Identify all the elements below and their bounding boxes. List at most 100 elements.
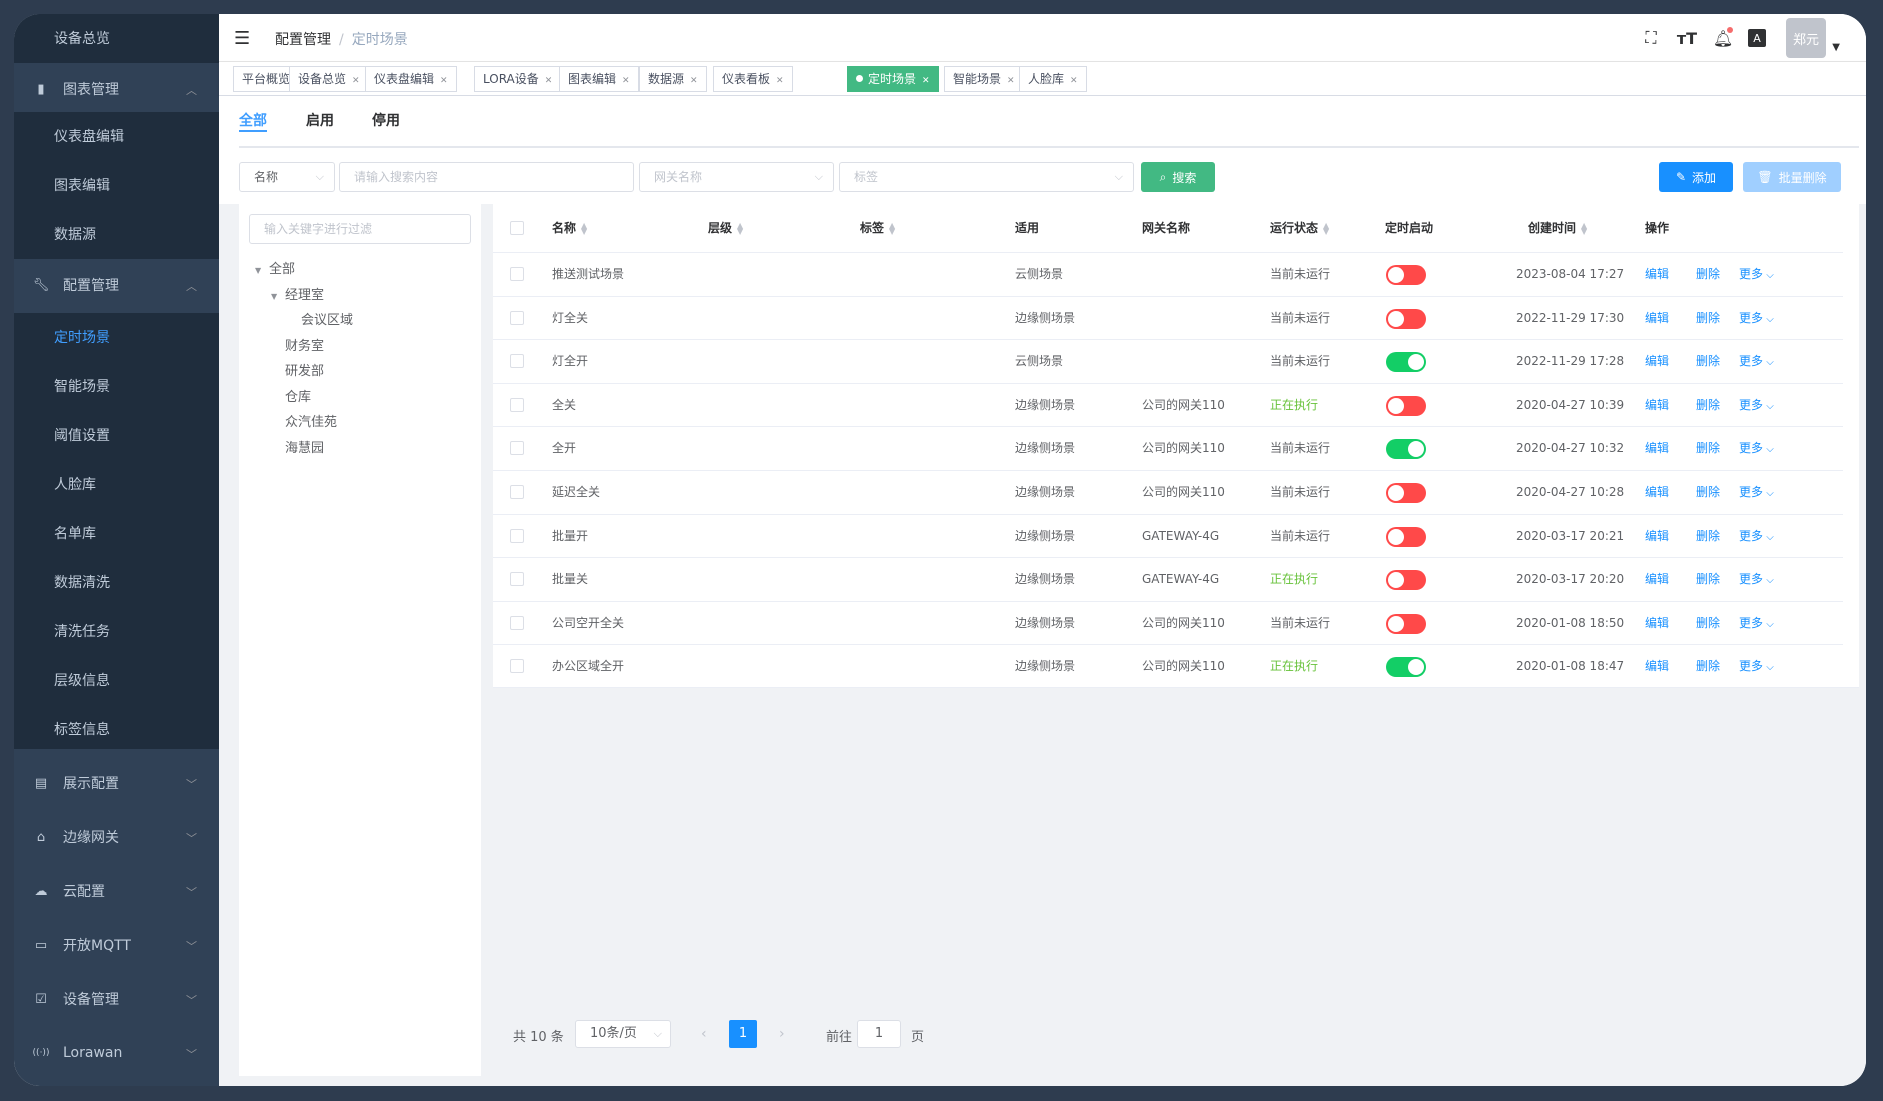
table-row[interactable]: 批量开 边缘侧场景 GATEWAY-4G 当前未运行 2020-03-17 20:21 编…	[493, 513, 1843, 558]
current-page-button[interactable]: 1	[729, 1020, 757, 1048]
tag-7[interactable]: 定时场景 ✕	[847, 66, 939, 92]
delete-link[interactable]: 删除	[1696, 602, 1720, 645]
sort-icon[interactable]: ▲ ▼	[1581, 221, 1587, 235]
tag-5[interactable]: 数据源 ✕	[639, 66, 707, 92]
timer-toggle[interactable]	[1386, 483, 1426, 503]
tree-node[interactable]: 财务室	[271, 335, 324, 354]
delete-link[interactable]: 删除	[1696, 645, 1720, 688]
edit-link[interactable]: 编辑	[1645, 471, 1669, 514]
delete-link[interactable]: 删除	[1696, 427, 1720, 470]
delete-link[interactable]: 删除	[1696, 558, 1720, 601]
sidebar-item-8[interactable]: 阈值设置	[14, 411, 219, 459]
sidebar-item-6[interactable]: 定时场景	[14, 313, 219, 361]
timer-toggle[interactable]	[1386, 395, 1426, 416]
tree-node[interactable]: 仓库	[271, 386, 311, 405]
table-row[interactable]: 全关 边缘侧场景 公司的网关110 正在执行 2020-04-27 10:39 编辑 删除更…	[493, 382, 1843, 427]
gateway-select[interactable]: 网关名称 ⌵	[639, 162, 834, 192]
sidebar-item-12[interactable]: 清洗任务	[14, 607, 219, 655]
caret-down-icon[interactable]: ▼	[255, 266, 263, 275]
edit-link[interactable]: 编辑	[1645, 384, 1669, 427]
more-dropdown[interactable]: 更多 ⌵	[1739, 558, 1774, 601]
tree-node[interactable]: ▼ 经理室	[271, 284, 324, 303]
column-header-status[interactable]: 运行状态 ▲ ▼	[1270, 204, 1329, 252]
sidebar-item-11[interactable]: 数据清洗	[14, 558, 219, 606]
timer-toggle[interactable]	[1386, 657, 1426, 678]
caret-down-icon[interactable]: ▼	[1832, 42, 1840, 53]
tree-node[interactable]: 会议区域	[287, 309, 353, 328]
table-row[interactable]: 全开 边缘侧场景 公司的网关110 当前未运行 2020-04-27 10:32 编辑 删除…	[493, 426, 1843, 470]
tag-3[interactable]: LORA设备 ✕	[474, 66, 562, 92]
edit-link[interactable]: 编辑	[1645, 297, 1669, 340]
tag-select[interactable]: 标签 ⌵	[839, 162, 1134, 192]
sort-icon[interactable]: ▲ ▼	[1323, 221, 1329, 235]
more-dropdown[interactable]: 更多 ⌵	[1739, 384, 1774, 427]
tag-1[interactable]: 设备总览 ✕	[289, 66, 369, 92]
row-checkbox[interactable]	[510, 485, 524, 499]
delete-link[interactable]: 删除	[1696, 340, 1720, 383]
sidebar-item-19[interactable]: ☑ 设备管理 ﹀	[14, 975, 219, 1023]
sidebar-item-1[interactable]: ▮ 图表管理 ︿	[14, 65, 219, 113]
close-icon[interactable]: ✕	[776, 76, 784, 86]
next-page-icon[interactable]: ›	[779, 1026, 785, 1042]
font-size-icon[interactable]: тT	[1676, 27, 1698, 49]
table-row[interactable]: 延迟全关 边缘侧场景 公司的网关110 当前未运行 2020-04-27 10:28 编辑…	[493, 470, 1843, 514]
page-size-select[interactable]: 10条/页 ⌵	[575, 1020, 671, 1048]
tree-node[interactable]: ▼ 全部	[255, 258, 295, 277]
more-dropdown[interactable]: 更多 ⌵	[1739, 253, 1774, 296]
caret-down-icon[interactable]: ▼	[271, 292, 279, 301]
tag-4[interactable]: 图表编辑 ✕	[559, 66, 639, 92]
sidebar-item-9[interactable]: 人脸库	[14, 460, 219, 508]
timer-toggle[interactable]	[1386, 526, 1426, 547]
tag-6[interactable]: 仪表看板 ✕	[713, 66, 793, 92]
column-header-created[interactable]: 创建时间 ▲ ▼	[1528, 204, 1587, 252]
search-button[interactable]: ⌕ 搜索	[1141, 162, 1215, 192]
sidebar-item-16[interactable]: ⌂ 边缘网关 ﹀	[14, 813, 219, 861]
delete-link[interactable]: 删除	[1696, 253, 1720, 296]
sidebar-item-7[interactable]: 智能场景	[14, 362, 219, 410]
sort-icon[interactable]: ▲ ▼	[581, 221, 587, 235]
sidebar-item-15[interactable]: ▤ 展示配置 ﹀	[14, 759, 219, 807]
table-row[interactable]: 灯全开 云侧场景 当前未运行 2022-11-29 17:28 编辑 删除 更多 ⌵	[493, 339, 1843, 383]
close-icon[interactable]: ✕	[440, 76, 448, 86]
sidebar-item-20[interactable]: ((·)) Lorawan ﹀	[14, 1029, 219, 1077]
prev-page-icon[interactable]: ‹	[701, 1026, 707, 1042]
row-checkbox[interactable]	[510, 310, 524, 325]
fullscreen-icon[interactable]: ⛶	[1640, 27, 1662, 49]
more-dropdown[interactable]: 更多 ⌵	[1739, 645, 1774, 688]
edit-link[interactable]: 编辑	[1645, 253, 1669, 296]
more-dropdown[interactable]: 更多 ⌵	[1739, 297, 1774, 340]
edit-link[interactable]: 编辑	[1645, 645, 1669, 688]
sidebar-item-18[interactable]: ▭ 开放MQTT ﹀	[14, 921, 219, 969]
timer-toggle[interactable]	[1386, 439, 1426, 460]
row-checkbox[interactable]	[510, 572, 524, 587]
delete-link[interactable]: 删除	[1696, 515, 1720, 558]
timer-toggle[interactable]	[1386, 265, 1426, 285]
sort-icon[interactable]: ▲ ▼	[889, 221, 895, 235]
timer-toggle[interactable]	[1386, 308, 1426, 329]
row-checkbox[interactable]	[510, 615, 524, 630]
sidebar-item-14[interactable]: 标签信息	[14, 705, 219, 753]
close-icon[interactable]: ✕	[1070, 76, 1078, 86]
tab-enabled[interactable]: 启用	[306, 110, 334, 130]
sort-icon[interactable]: ▲ ▼	[737, 221, 743, 235]
table-row[interactable]: 办公区域全开 边缘侧场景 公司的网关110 正在执行 2020-01-08 18:47 编…	[493, 644, 1843, 688]
table-row[interactable]: 灯全关 边缘侧场景 当前未运行 2022-11-29 17:30 编辑 删除 更多 ⌵	[493, 295, 1843, 340]
row-checkbox[interactable]	[510, 441, 524, 456]
sidebar-item-13[interactable]: 层级信息	[14, 656, 219, 704]
search-field-select[interactable]: 名称 ⌵	[239, 162, 335, 192]
delete-link[interactable]: 删除	[1696, 384, 1720, 427]
more-dropdown[interactable]: 更多 ⌵	[1739, 471, 1774, 514]
table-row[interactable]: 推送测试场景 云侧场景 当前未运行 2023-08-04 17:27 编辑 删除 更多 ⌵	[493, 252, 1843, 296]
tree-node[interactable]: 研发部	[271, 360, 324, 379]
more-dropdown[interactable]: 更多 ⌵	[1739, 340, 1774, 383]
more-dropdown[interactable]: 更多 ⌵	[1739, 515, 1774, 558]
edit-link[interactable]: 编辑	[1645, 515, 1669, 558]
close-icon[interactable]: ✕	[922, 76, 930, 86]
sidebar-item-10[interactable]: 名单库	[14, 509, 219, 557]
delete-link[interactable]: 删除	[1696, 471, 1720, 514]
translate-icon[interactable]: A	[1748, 29, 1766, 47]
breadcrumb-item[interactable]: 配置管理	[275, 32, 331, 48]
tree-node[interactable]: 众汽佳苑	[271, 411, 337, 430]
table-row[interactable]: 公司空开全关 边缘侧场景 公司的网关110 当前未运行 2020-01-08 18:50…	[493, 600, 1843, 645]
more-dropdown[interactable]: 更多 ⌵	[1739, 427, 1774, 470]
